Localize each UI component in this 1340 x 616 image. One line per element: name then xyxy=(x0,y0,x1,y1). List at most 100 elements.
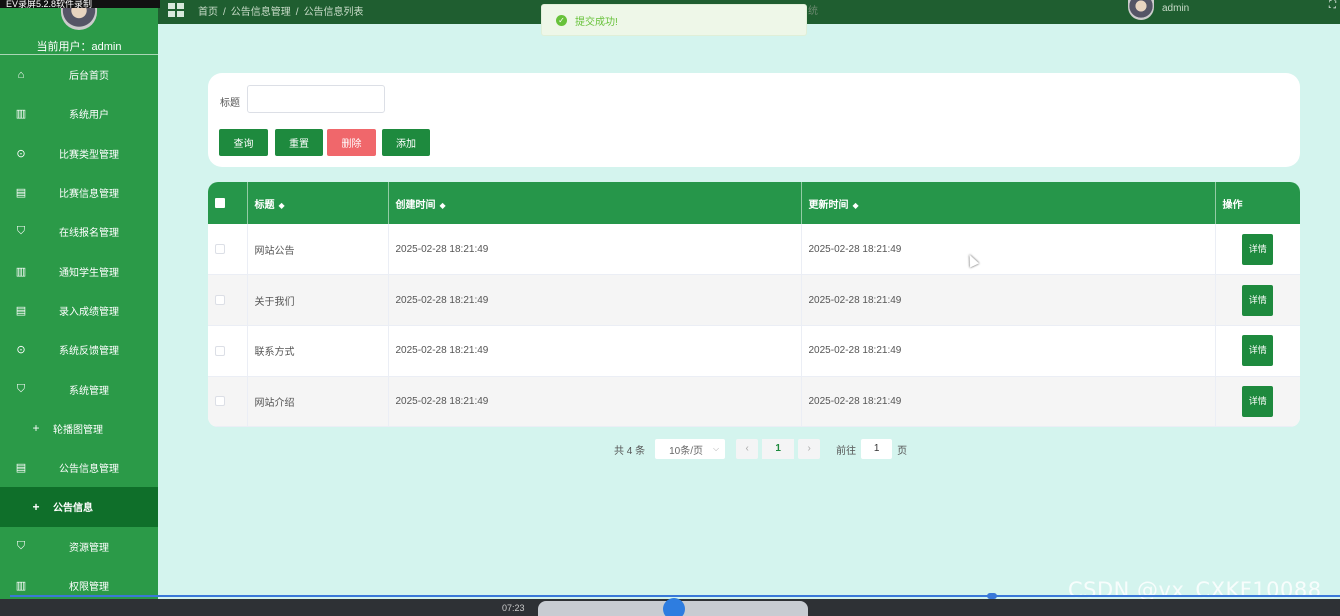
sidebar-item[interactable]: ⛉ 在线报名管理 xyxy=(0,212,158,251)
video-player-bar: 07:23 xyxy=(0,598,1340,616)
row-created: 2025-02-28 18:21:49 xyxy=(388,376,802,427)
sidebar-item-label: 系统反馈管理 xyxy=(59,346,119,358)
row-checkbox[interactable] xyxy=(215,345,225,356)
delete-button[interactable]: 删除 xyxy=(327,129,376,156)
sidebar-item[interactable]: ▤ 比赛信息管理 xyxy=(0,173,158,212)
system-title-partial: 统 xyxy=(808,6,818,17)
detail-button[interactable]: 详情 xyxy=(1242,284,1274,316)
check-circle-icon: ✓ xyxy=(556,14,567,26)
sort-icon: ◆ xyxy=(278,200,285,210)
play-icon[interactable] xyxy=(663,598,685,616)
sidebar-item-label: 后台首页 xyxy=(69,71,109,83)
table-row: 网站介绍 2025-02-28 18:21:49 2025-02-28 18:21:… xyxy=(208,376,1300,427)
success-toast: ✓ 提交成功! xyxy=(541,4,807,36)
row-title: 联系方式 xyxy=(247,325,389,377)
sidebar-item-label: 系统用户 xyxy=(69,110,109,122)
sidebar-item[interactable]: ▤ 公告信息管理 xyxy=(0,448,158,487)
detail-button[interactable]: 详情 xyxy=(1242,385,1274,417)
row-checkbox[interactable] xyxy=(215,243,225,254)
row-title: 网站介绍 xyxy=(247,376,389,427)
sort-icon: ◆ xyxy=(439,200,446,210)
title-filter-label: 标题 xyxy=(220,98,240,109)
sidebar-item-label: 公告信息 xyxy=(53,503,93,515)
sidebar-item-label: 公告信息管理 xyxy=(59,464,119,476)
header-avatar[interactable] xyxy=(1128,0,1154,20)
plus-icon: + xyxy=(32,421,40,436)
notice-table: 标题 ◆ 创建时间 ◆ 更新时间 ◆ 操作 网站公告 2025-02-28 18:21:… xyxy=(208,182,1300,427)
table-row: 网站公告 2025-02-28 18:21:49 2025-02-28 18:21:… xyxy=(208,224,1300,275)
row-updated: 2025-02-28 18:21:49 xyxy=(801,325,1216,377)
sidebar-item[interactable]: ⛉ 系统管理 xyxy=(0,369,158,408)
sidebar-item[interactable]: + 公告信息 xyxy=(0,487,158,527)
sidebar-item-label: 录入成绩管理 xyxy=(59,306,119,318)
video-progress-bar[interactable] xyxy=(10,595,1340,597)
query-button[interactable]: 查询 xyxy=(219,129,268,156)
column-created[interactable]: 创建时间 ◆ xyxy=(388,182,802,224)
sidebar-item[interactable]: ⊙ 系统反馈管理 xyxy=(0,330,158,369)
column-title[interactable]: 标题 ◆ xyxy=(247,182,389,224)
sidebar-item[interactable]: ⛉ 资源管理 xyxy=(0,527,158,566)
current-user-label: 当前用户：admin xyxy=(36,41,122,53)
recorder-title: EV录屏5.2.8软件录制 xyxy=(0,0,160,8)
goto-label: 前往 xyxy=(836,445,857,457)
column-updated[interactable]: 更新时间 ◆ xyxy=(801,182,1216,224)
breadcrumb-notice-list: 公告信息列表 xyxy=(303,7,364,18)
sidebar-item-label: 比赛类型管理 xyxy=(59,149,119,161)
prev-page-button[interactable]: ‹ xyxy=(736,439,759,459)
page-suffix: 页 xyxy=(897,445,908,457)
sidebar-item-label: 轮播图管理 xyxy=(53,424,103,436)
sidebar: 当前用户：admin ⌂ 后台首页 ▥ 系统用户 ⊙ 比赛类型管理 ▤ 比赛信息管理 ⛉ 在线报名… xyxy=(0,0,158,616)
page-number-current[interactable]: 1 xyxy=(762,439,795,459)
header-username[interactable]: admin xyxy=(1162,3,1189,14)
row-updated: 2025-02-28 18:21:49 xyxy=(801,224,1216,275)
video-controls[interactable] xyxy=(538,598,808,616)
toast-message: 提交成功! xyxy=(575,16,618,28)
sidebar-item-label: 通知学生管理 xyxy=(59,267,119,279)
sidebar-item[interactable]: ▥ 通知学生管理 xyxy=(0,251,158,290)
column-actions: 操作 xyxy=(1222,199,1243,211)
page-size-select[interactable]: 10条/页 ⌵ xyxy=(655,439,726,459)
table-row: 关于我们 2025-02-28 18:21:49 2025-02-28 18:21:… xyxy=(208,274,1300,326)
goto-page-input[interactable]: 1 xyxy=(861,439,893,459)
row-created: 2025-02-28 18:21:49 xyxy=(388,274,802,326)
sidebar-item-label: 系统管理 xyxy=(69,385,109,397)
pagination-total: 共 4 条 xyxy=(614,445,646,457)
sidebar-item[interactable]: ▤ 录入成绩管理 xyxy=(0,291,158,330)
sidebar-item[interactable]: + 轮播图管理 xyxy=(0,409,158,448)
search-panel: 标题 查询 重置 删除 添加 xyxy=(208,73,1300,167)
row-checkbox[interactable] xyxy=(215,294,225,305)
row-created: 2025-02-28 18:21:49 xyxy=(388,325,802,377)
breadcrumb-home[interactable]: 首页 xyxy=(198,7,218,18)
row-title: 网站公告 xyxy=(247,224,389,275)
breadcrumb-notice-manage[interactable]: 公告信息管理 xyxy=(231,7,291,18)
next-page-button[interactable]: › xyxy=(798,439,821,459)
row-updated: 2025-02-28 18:21:49 xyxy=(801,274,1216,326)
table-row: 联系方式 2025-02-28 18:21:49 2025-02-28 18:21:… xyxy=(208,325,1300,377)
row-updated: 2025-02-28 18:21:49 xyxy=(801,376,1216,427)
row-title: 关于我们 xyxy=(247,274,389,326)
row-created: 2025-02-28 18:21:49 xyxy=(388,224,802,275)
video-time: 07:23 xyxy=(502,603,525,613)
breadcrumb: 首页 / 公告信息管理 / 公告信息列表 xyxy=(198,7,364,18)
sidebar-item-label: 在线报名管理 xyxy=(59,228,119,240)
pagination: 共 4 条 10条/页 ⌵ ‹ 1 › 前往 1 页 xyxy=(614,439,907,459)
menu-toggle-icon[interactable] xyxy=(168,3,184,17)
sidebar-menu: ⌂ 后台首页 ▥ 系统用户 ⊙ 比赛类型管理 ▤ 比赛信息管理 ⛉ 在线报名管理 ▥ 通知学生管理 ▤ 录… xyxy=(0,55,158,616)
sidebar-item[interactable]: ⌂ 后台首页 xyxy=(0,55,158,94)
table-header-row: 标题 ◆ 创建时间 ◆ 更新时间 ◆ 操作 xyxy=(208,182,1300,224)
reset-button[interactable]: 重置 xyxy=(275,129,323,156)
sidebar-header: 当前用户：admin xyxy=(0,0,158,55)
sidebar-item-label: 权限管理 xyxy=(69,582,109,593)
select-all-checkbox[interactable] xyxy=(215,197,225,208)
sidebar-item-label: 比赛信息管理 xyxy=(59,189,119,201)
add-button[interactable]: 添加 xyxy=(382,129,430,156)
sidebar-item[interactable]: ▥ 系统用户 xyxy=(0,94,158,133)
sidebar-item[interactable]: ⊙ 比赛类型管理 xyxy=(0,134,158,173)
detail-button[interactable]: 详情 xyxy=(1242,335,1274,367)
chevron-down-icon: ⌵ xyxy=(713,444,720,453)
fullscreen-icon[interactable]: ⛶ xyxy=(1329,0,1336,11)
detail-button[interactable]: 详情 xyxy=(1242,233,1274,265)
row-checkbox[interactable] xyxy=(215,396,225,407)
title-filter-input[interactable] xyxy=(247,85,385,113)
sidebar-item-label: 资源管理 xyxy=(69,542,109,554)
